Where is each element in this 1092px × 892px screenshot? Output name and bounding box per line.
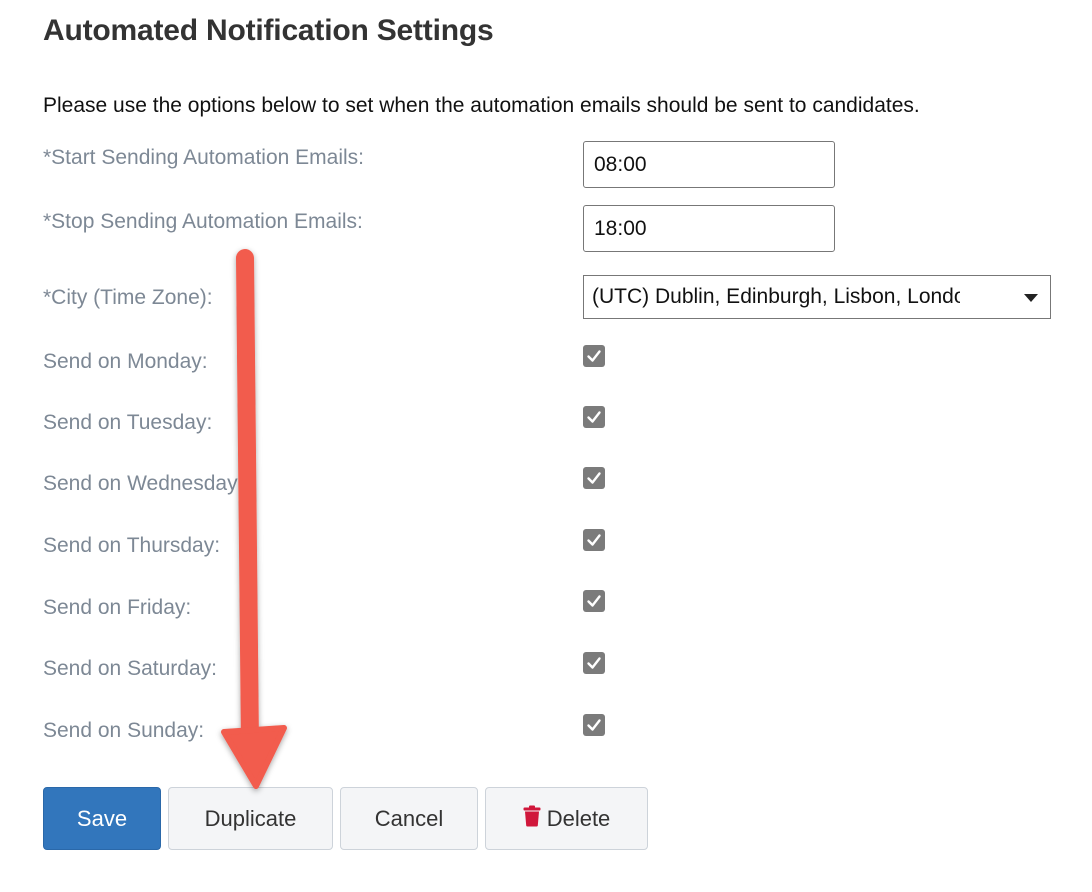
delete-button[interactable]: Delete (485, 787, 648, 850)
checkmark-icon (587, 411, 601, 423)
checkmark-icon (587, 595, 601, 607)
tuesday-checkbox[interactable] (583, 406, 605, 428)
caret-down-icon (1024, 294, 1038, 302)
day-label: Send on Monday: (43, 350, 208, 373)
page-title: Automated Notification Settings (43, 14, 494, 47)
timezone-select[interactable]: (UTC) Dublin, Edinburgh, Lisbon, London (583, 275, 1051, 319)
timezone-label: *City (Time Zone): (43, 286, 213, 309)
cancel-button[interactable]: Cancel (340, 787, 478, 850)
start-sending-label: *Start Sending Automation Emails: (43, 146, 365, 169)
day-label: Send on Sunday: (43, 719, 205, 742)
day-label: Send on Tuesday: (43, 411, 213, 434)
save-button[interactable]: Save (43, 787, 161, 850)
checkmark-icon (587, 657, 601, 669)
friday-checkbox[interactable] (583, 590, 605, 612)
start-time-input[interactable] (583, 141, 835, 188)
checkmark-icon (587, 350, 601, 362)
checkmark-icon (587, 719, 601, 731)
stop-time-input[interactable] (583, 205, 835, 252)
duplicate-button[interactable]: Duplicate (168, 787, 333, 850)
day-label: Send on Saturday: (43, 657, 217, 680)
monday-checkbox[interactable] (583, 345, 605, 367)
stop-sending-label: *Stop Sending Automation Emails: (43, 210, 363, 233)
checkmark-icon (587, 472, 601, 484)
day-label: Send on Thursday: (43, 534, 221, 557)
sunday-checkbox[interactable] (583, 714, 605, 736)
timezone-selected-value: (UTC) Dublin, Edinburgh, Lisbon, London (592, 285, 960, 308)
wednesday-checkbox[interactable] (583, 467, 605, 489)
checkmark-icon (587, 534, 601, 546)
saturday-checkbox[interactable] (583, 652, 605, 674)
annotation-arrow (221, 249, 287, 789)
day-label: Send on Wednesday: (43, 472, 244, 495)
thursday-checkbox[interactable] (583, 529, 605, 551)
day-label: Send on Friday: (43, 596, 192, 619)
intro-text: Please use the options below to set when… (43, 94, 920, 117)
trash-icon (523, 805, 541, 833)
delete-button-label: Delete (546, 805, 611, 831)
